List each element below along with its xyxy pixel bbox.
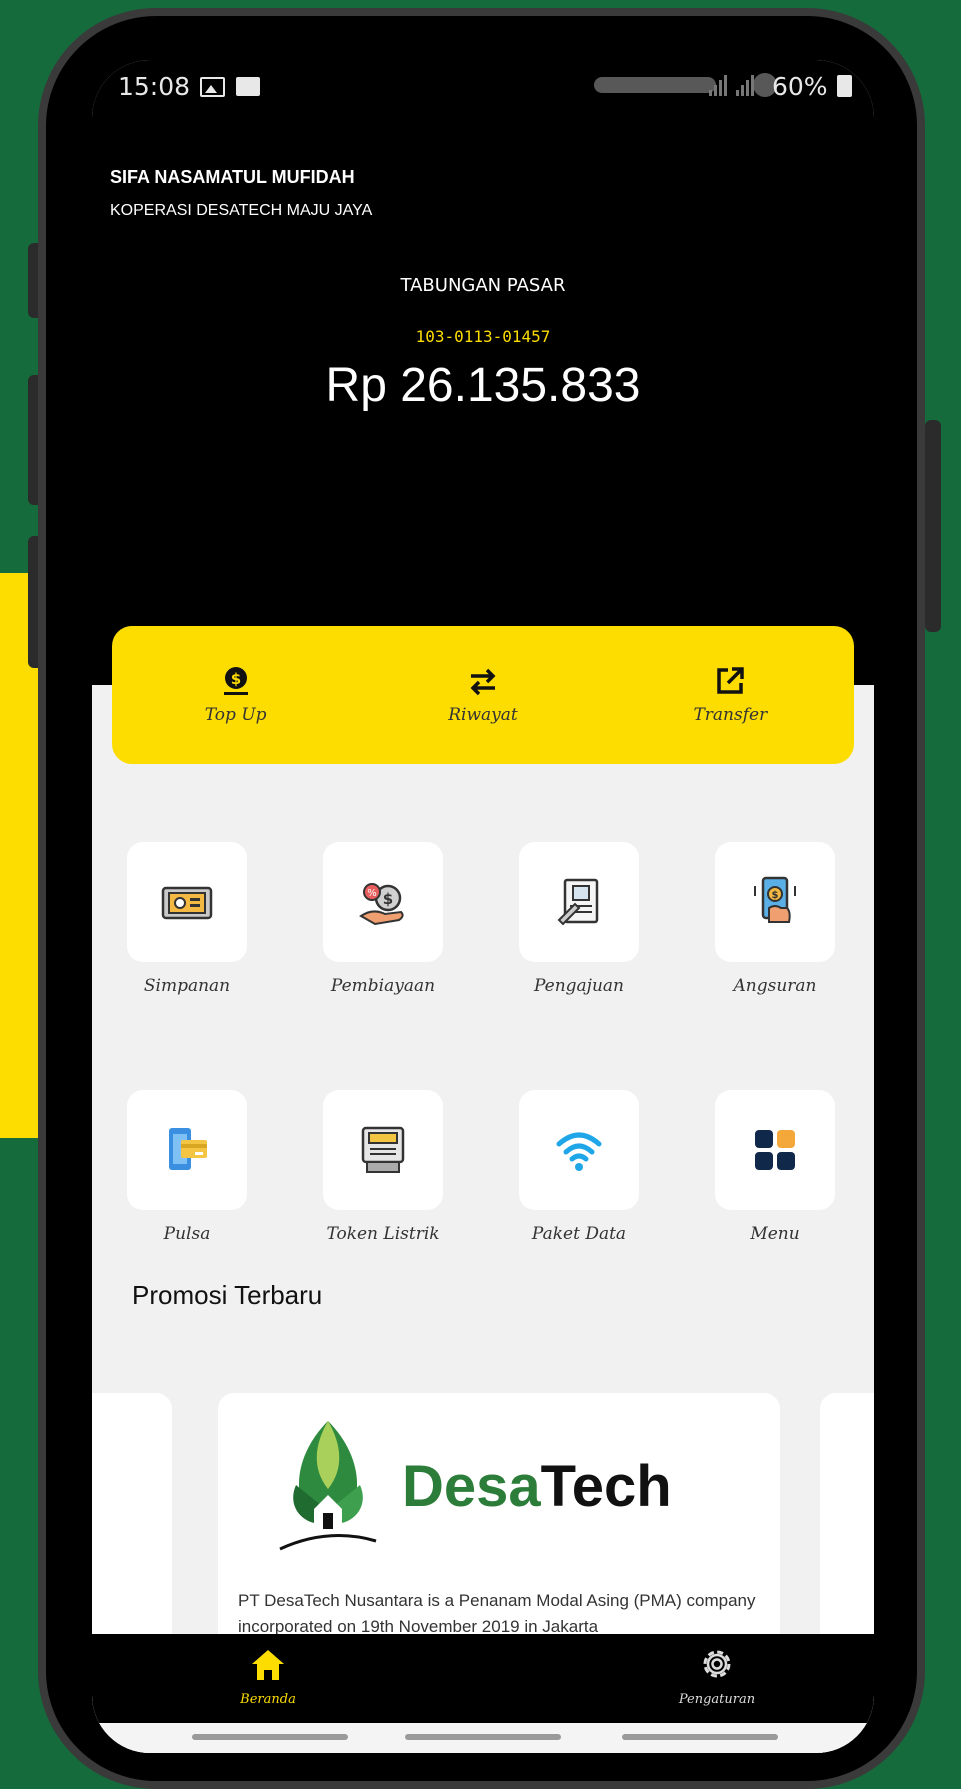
menu-label: Pengajuan	[533, 976, 624, 996]
menu-tile	[519, 1090, 639, 1210]
svg-text:$: $	[772, 890, 779, 901]
transfer-label: Transfer	[693, 705, 768, 725]
promo-section-title: Promosi Terbaru	[132, 1280, 323, 1310]
cooperative-name: KOPERASI DESATECH MAJU JAYA	[110, 202, 373, 219]
menu-tile	[519, 842, 639, 962]
wifi-icon	[556, 1132, 602, 1171]
account-type: TABUNGAN PASAR	[400, 275, 566, 296]
menu-pembiayaan[interactable]: $ % Pembiayaan	[318, 842, 448, 996]
nav-label: Beranda	[240, 1692, 296, 1707]
menu-pulsa[interactable]: Pulsa	[122, 1090, 252, 1244]
image-notification-icon	[200, 77, 225, 97]
battery-icon	[837, 75, 852, 97]
menu-tile: $	[715, 842, 835, 962]
battery-percent: 60%	[772, 72, 828, 101]
brand-tech: Tech	[540, 1454, 672, 1519]
status-time: 15:08	[118, 72, 191, 101]
menu-label: Simpanan	[143, 976, 231, 996]
speaker-grille	[594, 77, 716, 93]
nav-label: Pengaturan	[678, 1692, 756, 1707]
menu-more[interactable]: Menu	[710, 1090, 840, 1244]
menu-paket-data[interactable]: Paket Data	[514, 1090, 644, 1244]
gesture-handle[interactable]	[405, 1734, 561, 1740]
signal-icon	[736, 74, 760, 96]
gear-icon	[703, 1650, 731, 1678]
status-bar: 15:08 60%	[92, 60, 874, 120]
menu-angsuran[interactable]: $ Angsuran	[710, 842, 840, 996]
menu-tile	[127, 1090, 247, 1210]
mobile-payment-icon: $	[754, 876, 796, 923]
svg-text:$: $	[383, 890, 393, 908]
menu-pengajuan[interactable]: Pengajuan	[514, 842, 644, 996]
phone-card-icon	[169, 1128, 207, 1170]
desatech-logo	[279, 1421, 377, 1551]
promo-brand: DesaTech	[402, 1453, 672, 1520]
nav-pengaturan[interactable]: Pengaturan	[647, 1644, 787, 1707]
menu-label: Pulsa	[163, 1224, 211, 1244]
riwayat-label: Riwayat	[448, 705, 518, 725]
menu-token-listrik[interactable]: Token Listrik	[318, 1090, 448, 1244]
account-number: 103-0113-01457	[415, 327, 551, 346]
swap-arrows-icon	[470, 668, 496, 696]
brand-desa: Desa	[402, 1454, 541, 1519]
quick-actions: $ Top Up Riwayat Transfer	[112, 626, 854, 764]
menu-simpanan[interactable]: Simpanan	[122, 842, 252, 996]
money-hand-icon: $ %	[359, 883, 404, 926]
gesture-handle[interactable]	[622, 1734, 778, 1740]
electric-meter-icon	[361, 1126, 405, 1173]
account-balance: Rp 26.135.833	[325, 359, 641, 412]
system-gesture-bar	[92, 1723, 874, 1753]
menu-label: Token Listrik	[326, 1224, 440, 1244]
document-form-icon	[557, 878, 599, 926]
external-link-icon	[717, 667, 745, 694]
menu-label: Menu	[750, 1224, 800, 1244]
menu-tile	[127, 842, 247, 962]
safe-icon	[161, 886, 213, 920]
signal-icon	[709, 74, 733, 96]
gesture-handle[interactable]	[192, 1734, 348, 1740]
power-button	[925, 420, 941, 632]
promo-description: PT DesaTech Nusantara is a Penanam Modal…	[238, 1591, 756, 1636]
top-up-label: Top Up	[204, 705, 267, 725]
top-up-button[interactable]: $ Top Up	[112, 626, 359, 764]
svg-text:%: %	[367, 888, 377, 899]
menu-label: Paket Data	[531, 1224, 627, 1244]
camera-notch	[268, 60, 777, 120]
folder-notification-icon	[236, 77, 260, 96]
menu-label: Angsuran	[733, 976, 817, 996]
money-bag-icon: $	[223, 667, 248, 695]
svg-text:$: $	[230, 670, 240, 688]
menu-tile: $ %	[323, 842, 443, 962]
grid-menu-icon	[755, 1130, 795, 1170]
home-icon	[252, 1650, 284, 1680]
user-name: SIFA NASAMATUL MUFIDAH	[110, 167, 355, 187]
bottom-navigation: Beranda Pengaturan	[92, 1634, 874, 1723]
app-screen: 15:08 60% SIFA NASAMATUL MUFIDAH KOPERAS…	[92, 60, 874, 1753]
transfer-button[interactable]: Transfer	[607, 626, 854, 764]
menu-tile	[715, 1090, 835, 1210]
riwayat-button[interactable]: Riwayat	[359, 626, 606, 764]
menu-label: Pembiayaan	[330, 976, 436, 996]
nav-beranda[interactable]: Beranda	[198, 1644, 338, 1707]
menu-tile	[323, 1090, 443, 1210]
